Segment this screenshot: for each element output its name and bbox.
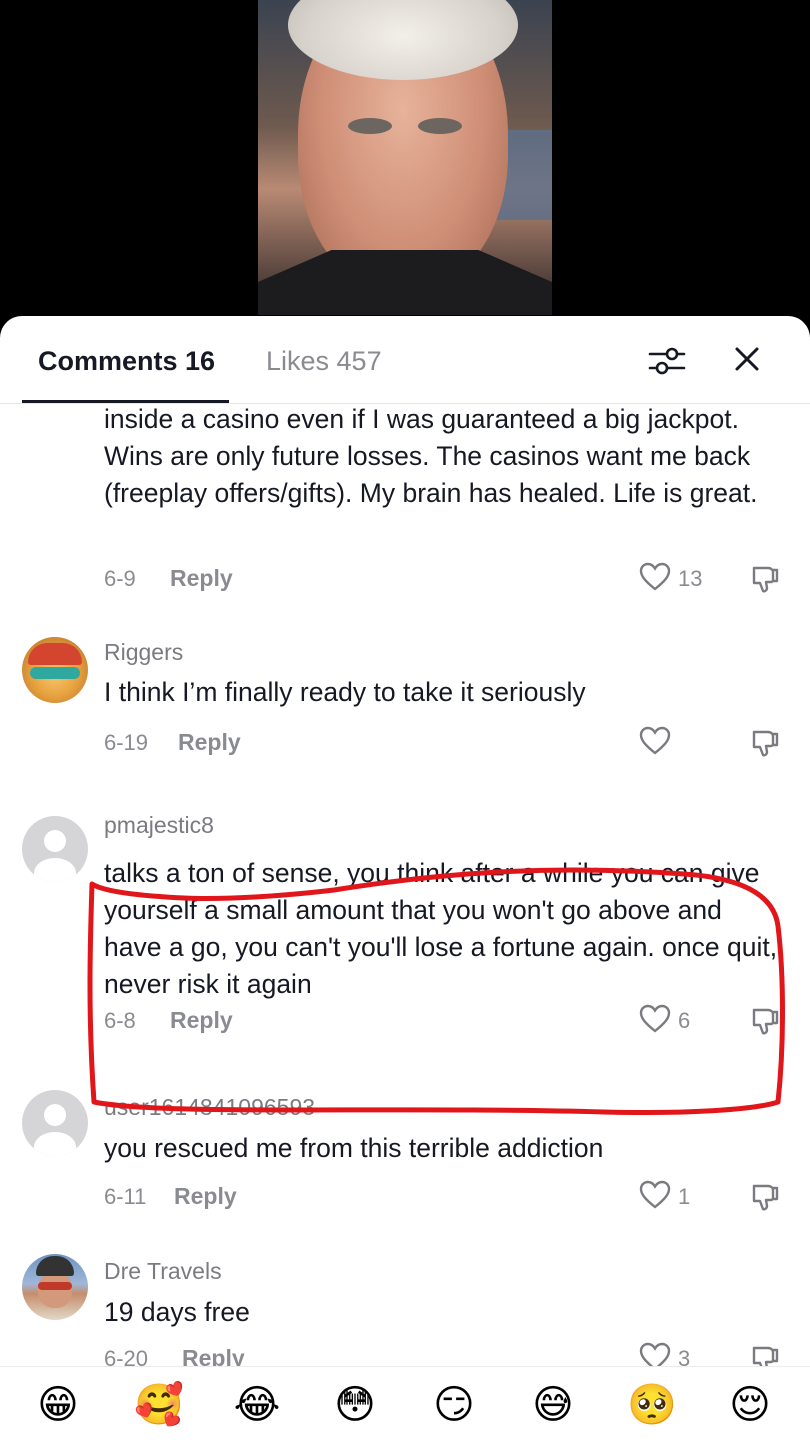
- comment-username[interactable]: Riggers: [104, 639, 183, 666]
- comment-list[interactable]: inside a casino even if I was guaranteed…: [0, 404, 810, 1366]
- comment-item: Dre Travels 19 days free 6-20 Reply 3: [0, 1238, 810, 1366]
- thumbs-down-icon[interactable]: [750, 564, 780, 594]
- heart-outline-icon[interactable]: [639, 726, 671, 756]
- like-count: 3: [678, 1346, 691, 1366]
- avatar-cap: [36, 1256, 74, 1276]
- reply-button[interactable]: Reply: [182, 1345, 245, 1366]
- reply-button[interactable]: Reply: [170, 565, 233, 592]
- thumbs-down-icon[interactable]: [750, 728, 780, 758]
- tab-likes[interactable]: Likes 457: [266, 346, 382, 377]
- heart-outline-icon[interactable]: [639, 562, 671, 592]
- avatar[interactable]: [22, 1254, 88, 1320]
- comment-username[interactable]: pmajestic8: [104, 812, 214, 839]
- like-count: 13: [678, 566, 703, 591]
- emoji-sweat-smile-button[interactable]: 😅: [529, 1381, 577, 1429]
- filter-sliders-icon[interactable]: [648, 344, 686, 378]
- speaker-eye-right: [418, 118, 462, 134]
- avatar[interactable]: [22, 637, 88, 703]
- avatar[interactable]: [22, 1090, 88, 1156]
- comment-text: talks a ton of sense, you think after a …: [104, 858, 778, 999]
- avatar-face: [38, 1272, 72, 1308]
- comment-item: pmajestic8 talks a ton of sense, you thi…: [0, 800, 810, 1060]
- comment-text: inside a casino even if I was guaranteed…: [104, 404, 758, 508]
- comment-date: 6-19: [104, 730, 149, 755]
- thumbs-down-icon[interactable]: [750, 1344, 780, 1366]
- emoji-smirk-button[interactable]: 😏: [430, 1381, 478, 1429]
- comment-item: Riggers I think I’m finally ready to tak…: [0, 624, 810, 774]
- emoji-flushed-button[interactable]: 😳: [331, 1381, 379, 1429]
- thumbs-down-icon[interactable]: [750, 1182, 780, 1212]
- thumbs-down-icon[interactable]: [750, 1006, 780, 1036]
- video-frame[interactable]: [258, 0, 552, 315]
- avatar[interactable]: [22, 816, 88, 882]
- like-count: 1: [678, 1184, 691, 1209]
- avatar-glasses: [38, 1282, 72, 1290]
- comment-text: you rescued me from this terrible addict…: [104, 1133, 604, 1163]
- emoji-joy-button[interactable]: 😂: [233, 1381, 281, 1429]
- comment-item: inside a casino even if I was guaranteed…: [0, 404, 810, 604]
- tab-comments[interactable]: Comments 16: [38, 346, 215, 377]
- comment-date: 6-9: [104, 566, 136, 591]
- video-player[interactable]: [0, 0, 810, 330]
- comment-username[interactable]: user1614841096593: [104, 1094, 315, 1121]
- heart-outline-icon[interactable]: [639, 1342, 671, 1366]
- sheet-tabs: Comments 16 Likes 457: [0, 316, 810, 404]
- heart-outline-icon[interactable]: [639, 1004, 671, 1034]
- comment-date: 6-8: [104, 1008, 136, 1033]
- avatar-cap: [28, 643, 82, 665]
- comments-sheet: Comments 16 Likes 457 inside a casino ev…: [0, 316, 810, 1440]
- emoji-quick-bar: 😁 🥰 😂 😳 😏 😅 🥺 😌: [0, 1366, 810, 1440]
- emoji-relieved-button[interactable]: 😌: [726, 1381, 774, 1429]
- comment-text: 19 days free: [104, 1297, 250, 1327]
- comment-item: user1614841096593 you rescued me from th…: [0, 1074, 810, 1224]
- comment-date: 6-11: [104, 1184, 147, 1209]
- emoji-smiling-hearts-button[interactable]: 🥰: [134, 1381, 184, 1429]
- reply-button[interactable]: Reply: [174, 1183, 237, 1210]
- reply-button[interactable]: Reply: [170, 1007, 233, 1034]
- speaker-eye-left: [348, 118, 392, 134]
- emoji-pleading-button[interactable]: 🥺: [627, 1381, 677, 1429]
- reply-button[interactable]: Reply: [178, 729, 241, 756]
- comment-username[interactable]: Dre Travels: [104, 1258, 222, 1285]
- avatar-band: [30, 667, 80, 679]
- heart-outline-icon[interactable]: [639, 1180, 671, 1210]
- comment-date: 6-20: [104, 1346, 149, 1366]
- active-tab-indicator: [22, 400, 229, 403]
- comment-text: I think I’m finally ready to take it ser…: [104, 677, 586, 707]
- like-count: 6: [678, 1008, 691, 1033]
- close-icon[interactable]: [730, 342, 764, 376]
- speaker-jacket: [258, 250, 552, 315]
- emoji-grin-button[interactable]: 😁: [34, 1381, 82, 1429]
